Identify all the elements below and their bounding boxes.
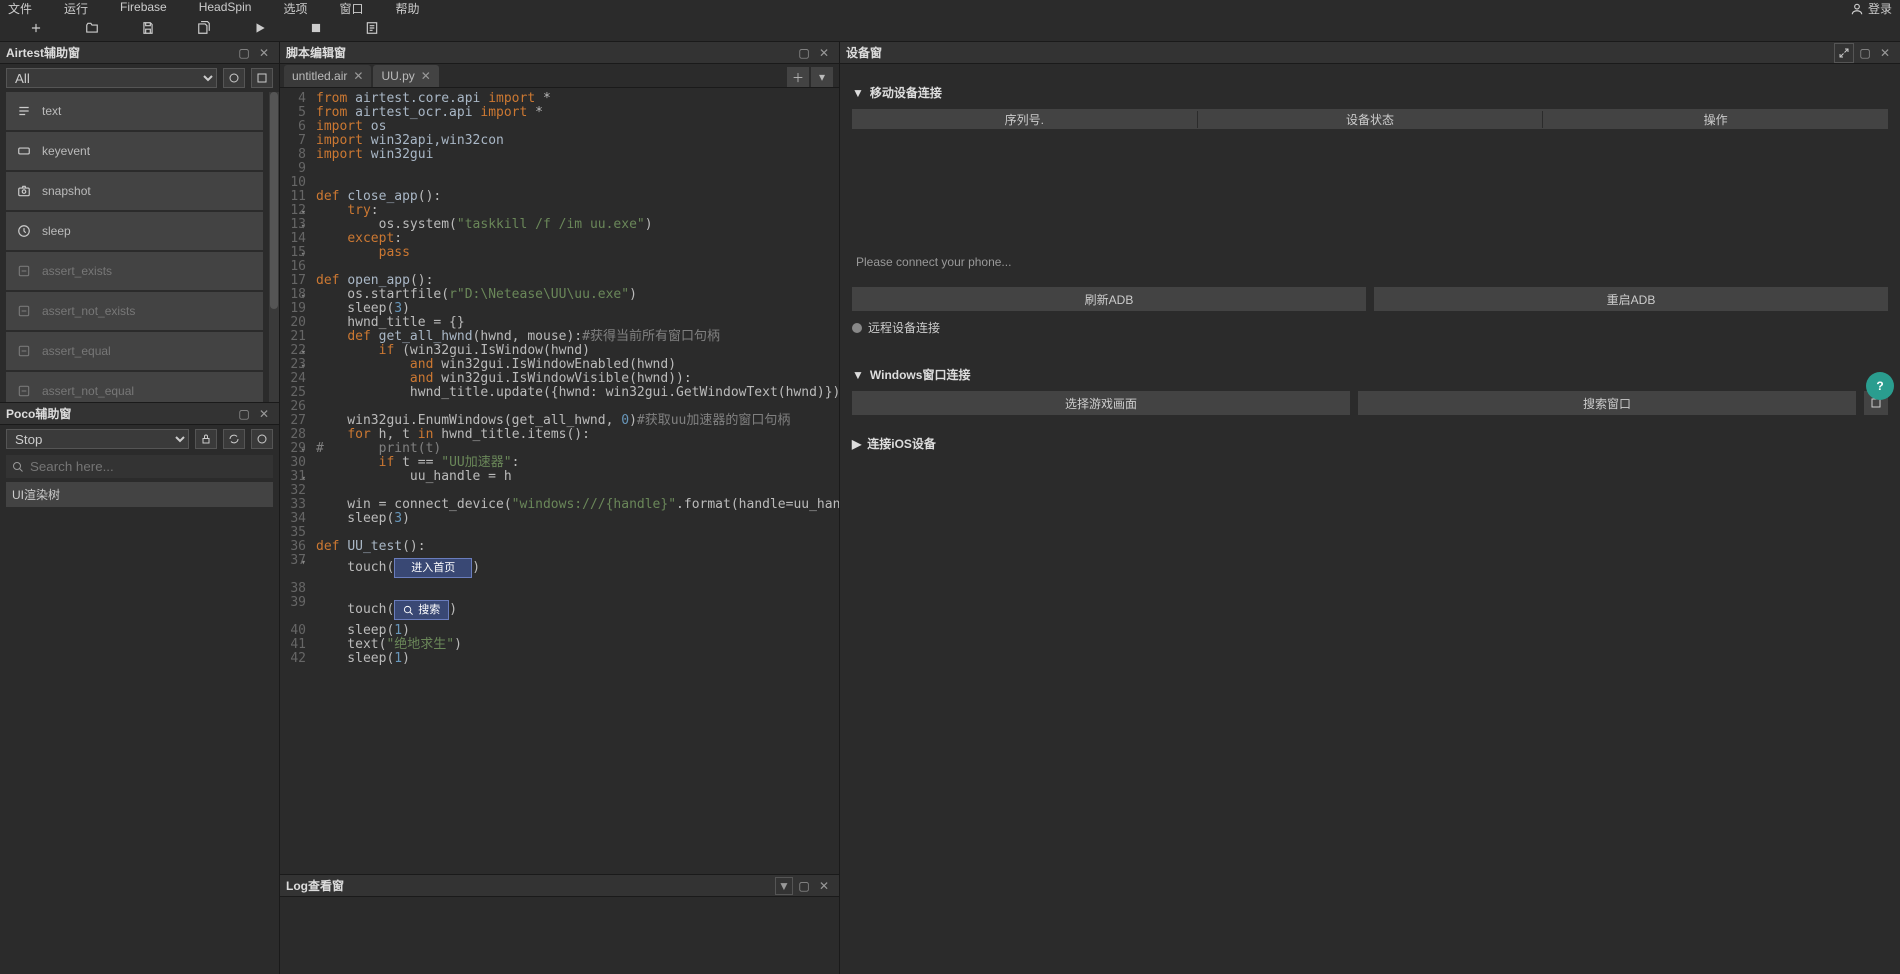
th-status: 设备状态	[1198, 111, 1544, 128]
panel-undock-icon[interactable]: ▢	[795, 877, 813, 895]
save-all-icon	[197, 21, 211, 35]
mobile-section-header[interactable]: ▼ 移动设备连接	[852, 84, 1888, 101]
th-action: 操作	[1543, 111, 1888, 128]
save-all-button[interactable]	[176, 14, 232, 42]
panel-close-icon[interactable]: ✕	[255, 44, 273, 62]
chevron-right-icon: ▶	[852, 437, 861, 451]
chevron-down-icon: ▼	[852, 86, 864, 100]
action-icon	[16, 143, 32, 159]
help-fab[interactable]: ?	[1866, 372, 1894, 400]
airtest-filter-select[interactable]: All	[6, 68, 217, 88]
airtest-item-assert_equal[interactable]: assert_equal	[6, 332, 263, 370]
device-body: ▼ 移动设备连接 序列号. 设备状态 操作 Please connect you…	[840, 64, 1900, 974]
editor-panel-title: 脚本编辑窗	[286, 44, 793, 61]
stop-button[interactable]	[288, 14, 344, 42]
save-icon	[141, 21, 155, 35]
radio-dot-icon	[852, 323, 862, 333]
airtest-item-assert_not_equal[interactable]: assert_not_equal	[6, 372, 263, 402]
panel-close-icon[interactable]: ✕	[815, 877, 833, 895]
log-panel-title: Log查看窗	[286, 877, 773, 894]
th-serial: 序列号.	[852, 111, 1198, 128]
action-icon	[16, 303, 32, 319]
action-icon	[16, 183, 32, 199]
capture-icon[interactable]	[251, 68, 273, 88]
poco-ui-tree-label[interactable]: UI渲染树	[6, 482, 273, 507]
filter-icon[interactable]: ▼	[775, 877, 793, 895]
airtest-scrollbar[interactable]	[269, 92, 279, 402]
windows-section-header[interactable]: ▼ Windows窗口连接	[852, 366, 1888, 383]
panel-close-icon[interactable]: ✕	[1876, 44, 1894, 62]
device-empty-msg: Please connect your phone...	[852, 129, 1888, 279]
record-icon[interactable]	[251, 429, 273, 449]
device-table-header: 序列号. 设备状态 操作	[852, 109, 1888, 129]
poco-mode-select[interactable]: Stop	[6, 429, 189, 449]
device-panel-header: 设备窗 ▢ ✕	[840, 42, 1900, 64]
save-button[interactable]	[120, 14, 176, 42]
user-icon	[1850, 2, 1864, 16]
tab-uu-py[interactable]: UU.py✕	[373, 65, 438, 87]
restart-adb-button[interactable]: 重启ADB	[1374, 287, 1888, 311]
login-button[interactable]: 登录	[1850, 0, 1892, 17]
airtest-item-assert_exists[interactable]: assert_exists	[6, 252, 263, 290]
menu-headspin[interactable]: HeadSpin	[199, 0, 252, 14]
panel-undock-icon[interactable]: ▢	[1856, 44, 1874, 62]
editor-tab-bar: untitled.air✕ UU.py✕ ＋ ▾	[280, 64, 839, 88]
menubar: 文件 运行 Firebase HeadSpin 选项 窗口 帮助 登录	[0, 0, 1900, 14]
folder-icon	[85, 21, 99, 35]
report-icon	[365, 21, 379, 35]
remote-device-radio[interactable]: 远程设备连接	[852, 319, 1888, 336]
close-icon[interactable]: ✕	[421, 69, 431, 83]
chevron-down-icon: ▼	[852, 368, 864, 382]
run-button[interactable]	[232, 14, 288, 42]
log-panel-header: Log查看窗 ▼ ▢ ✕	[280, 875, 839, 897]
poco-search	[6, 455, 273, 478]
lock-icon[interactable]	[195, 429, 217, 449]
record-icon[interactable]	[223, 68, 245, 88]
action-icon	[16, 223, 32, 239]
refresh-icon[interactable]	[223, 429, 245, 449]
airtest-item-text[interactable]: text	[6, 92, 263, 130]
action-icon	[16, 383, 32, 399]
tab-untitled[interactable]: untitled.air✕	[284, 65, 371, 87]
poco-search-input[interactable]	[30, 459, 267, 474]
airtest-action-list: textkeyeventsnapshotsleepassert_existsas…	[0, 92, 269, 402]
panel-close-icon[interactable]: ✕	[815, 44, 833, 62]
search-window-button[interactable]: 搜索窗口	[1358, 391, 1856, 415]
stop-icon	[309, 21, 323, 35]
ios-section-header[interactable]: ▶ 连接iOS设备	[852, 435, 1888, 452]
play-icon	[253, 21, 267, 35]
close-icon[interactable]: ✕	[353, 69, 363, 83]
code-editor[interactable]: 4567891011121314151617181920212223242526…	[280, 88, 839, 874]
airtest-panel-header: Airtest辅助窗 ▢ ✕	[0, 42, 279, 64]
poco-panel-header: Poco辅助窗 ▢ ✕	[0, 403, 279, 425]
editor-panel-header: 脚本编辑窗 ▢ ✕	[280, 42, 839, 64]
tab-menu-button[interactable]: ▾	[811, 67, 833, 87]
add-tab-button[interactable]: ＋	[787, 67, 809, 87]
action-icon	[16, 103, 32, 119]
panel-undock-icon[interactable]: ▢	[235, 405, 253, 423]
action-icon	[16, 263, 32, 279]
airtest-item-sleep[interactable]: sleep	[6, 212, 263, 250]
airtest-item-assert_not_exists[interactable]: assert_not_exists	[6, 292, 263, 330]
airtest-item-keyevent[interactable]: keyevent	[6, 132, 263, 170]
expand-icon[interactable]	[1834, 43, 1854, 63]
log-body	[280, 897, 839, 974]
search-icon	[12, 461, 24, 473]
panel-close-icon[interactable]: ✕	[255, 405, 273, 423]
airtest-panel-title: Airtest辅助窗	[6, 44, 233, 61]
open-button[interactable]	[64, 14, 120, 42]
panel-undock-icon[interactable]: ▢	[235, 44, 253, 62]
plus-icon	[29, 21, 43, 35]
menu-firebase[interactable]: Firebase	[120, 0, 167, 14]
toolbar	[0, 14, 1900, 42]
airtest-item-snapshot[interactable]: snapshot	[6, 172, 263, 210]
new-button[interactable]	[8, 14, 64, 42]
device-panel-title: 设备窗	[846, 44, 1834, 61]
poco-panel-title: Poco辅助窗	[6, 405, 233, 422]
refresh-adb-button[interactable]: 刷新ADB	[852, 287, 1366, 311]
report-button[interactable]	[344, 14, 400, 42]
panel-undock-icon[interactable]: ▢	[795, 44, 813, 62]
action-icon	[16, 343, 32, 359]
select-game-button[interactable]: 选择游戏画面	[852, 391, 1350, 415]
